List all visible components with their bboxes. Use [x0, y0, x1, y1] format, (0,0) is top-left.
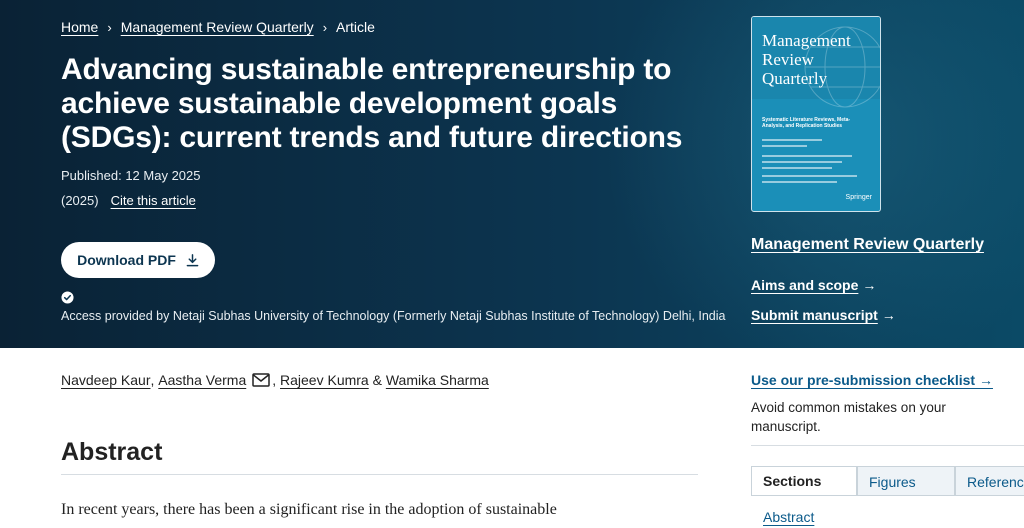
cover-text-line [762, 161, 842, 163]
toc-link-abstract[interactable]: Abstract [763, 509, 814, 525]
download-pdf-label: Download PDF [77, 252, 176, 268]
cover-text-line [762, 139, 822, 141]
springer-logo: Springer [845, 194, 872, 201]
cover-text-line [762, 175, 857, 177]
author-link[interactable]: Navdeep Kaur [61, 372, 151, 388]
cover-title-line: Management [762, 31, 851, 50]
published-date: Published: 12 May 2025 [61, 168, 201, 183]
divider [751, 445, 1024, 446]
cover-title: Management Review Quarterly [762, 31, 851, 88]
author-link[interactable]: Wamika Sharma [386, 372, 489, 388]
cover-subtitle: Systematic Literature Reviews, Meta-Anal… [762, 117, 851, 129]
author-separator: , [272, 372, 277, 388]
journal-title-link[interactable]: Management Review Quarterly [751, 236, 984, 254]
tab-figures[interactable]: Figures [857, 466, 955, 496]
breadcrumb-home-link[interactable]: Home [61, 19, 98, 35]
download-icon [186, 253, 199, 266]
submit-manuscript-label: Submit manuscript [751, 307, 878, 323]
journal-cover-image[interactable]: Management Review Quarterly Systematic L… [751, 16, 881, 212]
article-year: (2025) [61, 193, 99, 208]
tab-references[interactable]: References [955, 466, 1024, 496]
aims-and-scope-label: Aims and scope [751, 277, 859, 293]
cover-text-line [762, 145, 807, 147]
cover-text-line [762, 155, 852, 157]
checklist-description: Avoid common mistakes on your manuscript… [751, 400, 946, 434]
abstract-text: In recent years, there has been a signif… [61, 501, 610, 528]
chevron-right-icon: › [322, 19, 328, 35]
arrow-right-icon: → [881, 307, 896, 323]
article-title: Advancing sustainable entrepreneurship t… [61, 53, 683, 154]
aims-and-scope-link[interactable]: Aims and scope → [751, 277, 876, 293]
divider [751, 495, 1024, 496]
pre-submission-checklist-link[interactable]: Use our pre-submission checklist → [751, 372, 993, 388]
cover-text-line [762, 167, 832, 169]
author-link[interactable]: Rajeev Kumra [280, 372, 369, 388]
arrow-right-icon: → [862, 277, 877, 293]
breadcrumb-journal-link[interactable]: Management Review Quarterly [121, 19, 314, 35]
tab-sections[interactable]: Sections [751, 466, 857, 496]
cover-title-line: Quarterly [762, 69, 828, 88]
check-circle-icon [61, 291, 74, 304]
author-separator: , [150, 372, 155, 388]
cover-title-line: Review [762, 50, 814, 69]
access-provided-text: Access provided by Netaji Subhas Univers… [61, 309, 726, 323]
breadcrumb-current: Article [336, 19, 375, 35]
breadcrumb: Home › Management Review Quarterly › Art… [61, 19, 375, 35]
cover-text-line [762, 181, 837, 183]
submit-manuscript-link[interactable]: Submit manuscript → [751, 307, 896, 323]
abstract-heading: Abstract [61, 438, 163, 466]
chevron-right-icon: › [107, 19, 112, 35]
citation-row: (2025) Cite this article [61, 193, 196, 208]
author-list: Navdeep Kaur , Aastha Verma , Rajeev Kum… [61, 372, 489, 388]
author-link[interactable]: Aastha Verma [158, 372, 246, 388]
sidebar-tabs: Sections Figures References [751, 466, 1024, 496]
article-header: Home › Management Review Quarterly › Art… [0, 0, 1024, 348]
download-pdf-button[interactable]: Download PDF [61, 242, 215, 278]
mail-icon[interactable] [252, 373, 270, 387]
cite-article-link[interactable]: Cite this article [111, 193, 196, 208]
divider [61, 474, 698, 475]
author-separator: & [372, 372, 382, 388]
